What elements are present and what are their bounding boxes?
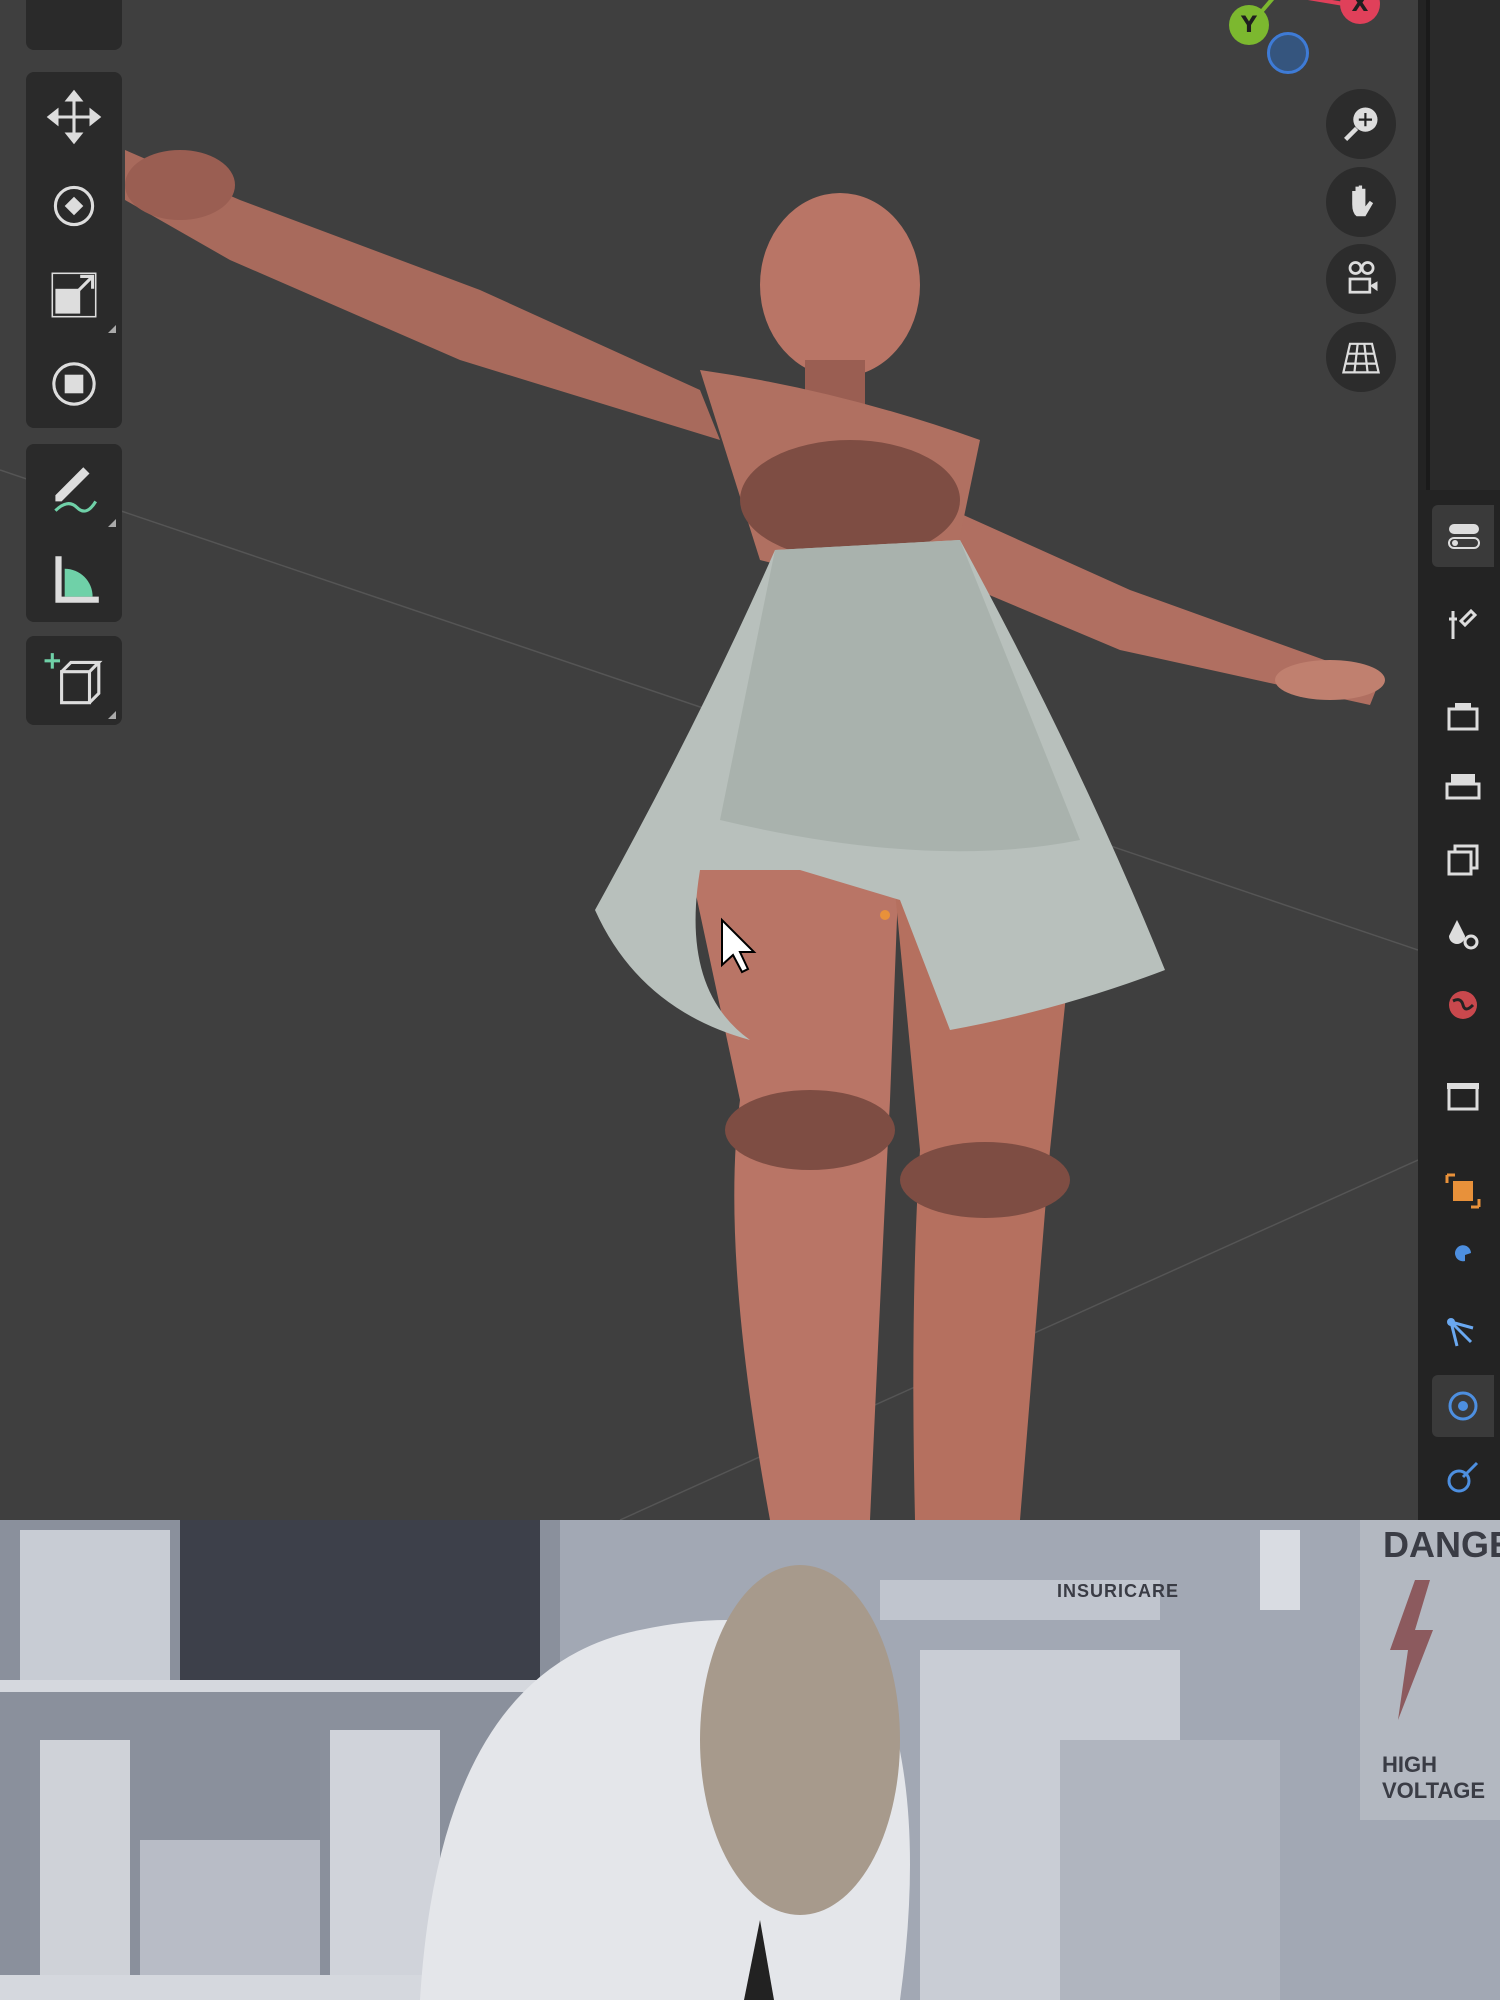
scene-icon — [1449, 920, 1479, 950]
character-head — [700, 1565, 900, 1915]
sign-brand-text: INSURICARE — [1057, 1581, 1180, 1601]
object-icon — [1445, 1173, 1481, 1209]
scale-icon — [51, 272, 97, 317]
properties-tab-physics[interactable] — [1432, 1375, 1494, 1437]
toggle-sidebar-button[interactable] — [1432, 505, 1494, 567]
rotate-tool-button[interactable] — [26, 161, 122, 250]
sign-danger-text: DANGER — [1383, 1524, 1500, 1565]
move-tool-button[interactable] — [26, 72, 122, 161]
gizmo-z-axis[interactable] — [1267, 32, 1309, 74]
add-cube-icon — [44, 652, 103, 704]
pan-button[interactable] — [1326, 167, 1396, 237]
sign-voltage-text: HIGH VOLTAGE — [1382, 1752, 1486, 1803]
annotate-tools-group — [26, 444, 122, 622]
camera-view-button[interactable] — [1326, 244, 1396, 314]
annotate-tool-button[interactable] — [26, 444, 122, 533]
particles-icon — [1447, 1318, 1474, 1347]
add-cube-tool-button[interactable] — [26, 636, 122, 725]
properties-tab-object[interactable] — [1432, 1160, 1494, 1222]
transform-tool-button[interactable] — [26, 339, 122, 428]
tool-icon — [1449, 608, 1478, 639]
rotate-icon — [53, 185, 95, 226]
render-icon — [1447, 703, 1479, 731]
properties-tab-modifiers[interactable] — [1432, 1232, 1494, 1294]
viewport-sidebar-strip — [1426, 0, 1500, 490]
annotate-icon — [54, 466, 98, 513]
properties-tab-constraints[interactable] — [1432, 1446, 1494, 1508]
collection-icon — [1447, 1083, 1479, 1111]
toggle-icon — [1448, 524, 1480, 549]
constraints-icon — [1447, 1461, 1479, 1493]
object-origin — [880, 910, 890, 920]
measure-tool-button[interactable] — [26, 533, 122, 622]
transform-tools-group — [26, 72, 122, 428]
transform-icon — [52, 361, 96, 406]
cursor-tool-button[interactable] — [26, 0, 122, 50]
properties-tab-particles[interactable] — [1432, 1303, 1494, 1365]
mannequin-figure — [125, 150, 1385, 1520]
reaction-image: INSURICARE DANGER HIGH VOLTAGE — [0, 1520, 1500, 2000]
measure-icon — [55, 555, 99, 603]
3d-scene — [0, 150, 1418, 1520]
properties-tab-render[interactable] — [1432, 686, 1494, 748]
hand-pan-icon — [1352, 185, 1374, 217]
grid-perspective-icon — [1342, 342, 1380, 374]
gizmo-y-axis[interactable]: Y — [1229, 5, 1269, 45]
perspective-toggle-button[interactable] — [1326, 322, 1396, 392]
properties-tab-scene[interactable] — [1432, 903, 1494, 965]
zoom-icon — [1344, 107, 1378, 141]
scale-tool-button[interactable] — [26, 250, 122, 339]
properties-tab-collection[interactable] — [1432, 1066, 1494, 1128]
meme-picture — [0, 1520, 1500, 2000]
view-layer-icon — [1447, 844, 1479, 876]
physics-icon — [1448, 1391, 1478, 1421]
output-icon — [1445, 774, 1481, 800]
add-tools-group — [26, 636, 122, 725]
modifiers-icon — [1451, 1245, 1471, 1275]
properties-tab-world[interactable] — [1432, 974, 1494, 1036]
zoom-button[interactable] — [1326, 89, 1396, 159]
move-icon — [46, 89, 102, 144]
properties-tab-output[interactable] — [1432, 757, 1494, 819]
properties-tab-tool[interactable] — [1432, 594, 1494, 656]
world-icon — [1449, 991, 1477, 1019]
3d-viewport[interactable]: Y X — [0, 0, 1418, 1520]
properties-tab-view-layer[interactable] — [1432, 829, 1494, 891]
camera-icon — [1348, 261, 1378, 294]
